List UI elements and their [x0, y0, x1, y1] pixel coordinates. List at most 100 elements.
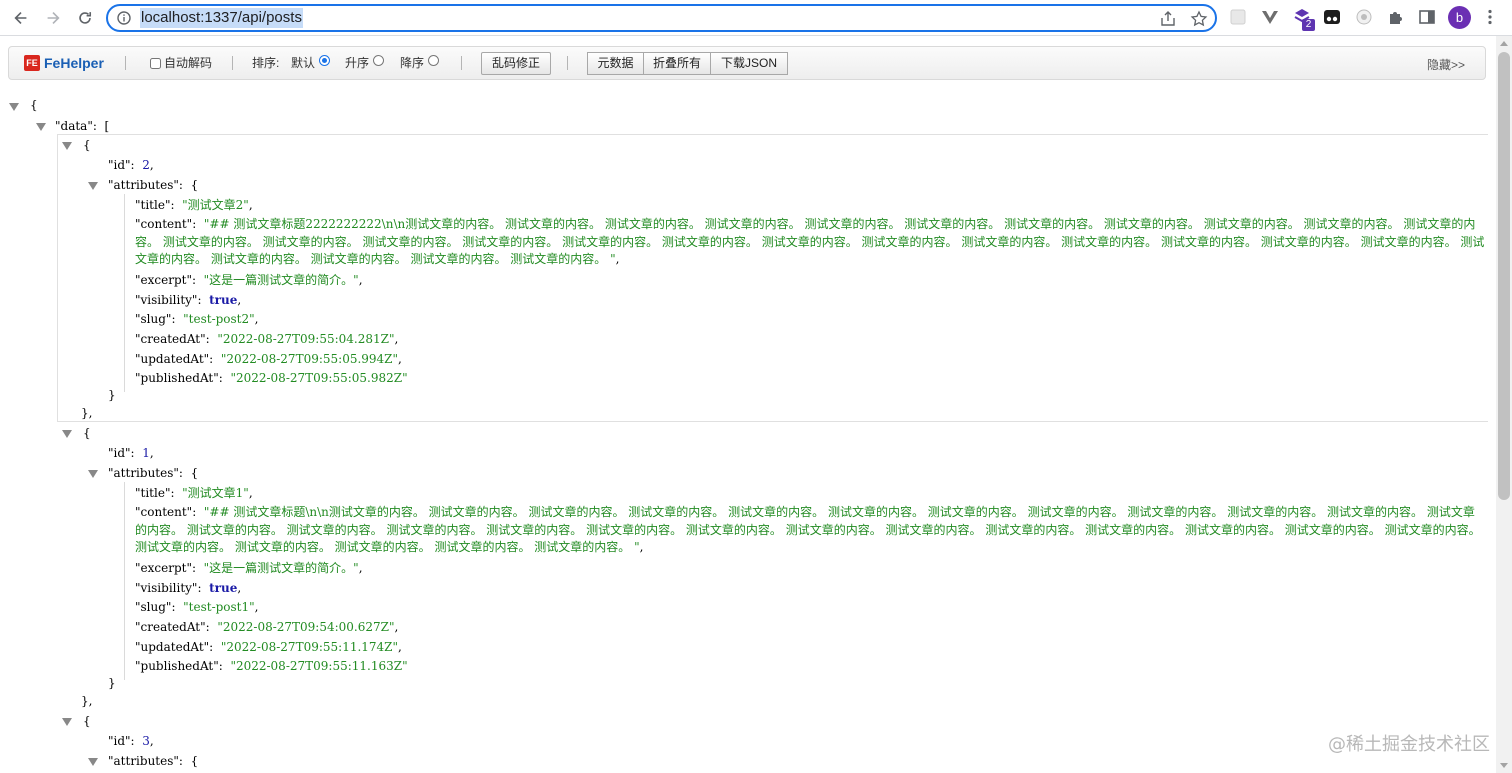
- json-title-line: "title": "测试文章2",: [135, 198, 253, 212]
- side-panel-icon[interactable]: [1418, 8, 1436, 26]
- arrow-right-icon: [47, 12, 60, 24]
- json-attributes-line: "attributes": {: [108, 466, 199, 480]
- sort-desc-radio[interactable]: [428, 54, 440, 66]
- tampermonkey-icon[interactable]: [1323, 8, 1341, 26]
- more-menu-icon[interactable]: [1481, 8, 1499, 26]
- json-boolean: true: [209, 293, 238, 307]
- json-string: "2022-08-27T09:55:05.994Z": [220, 352, 399, 366]
- json-object-open: {: [83, 714, 91, 728]
- json-key: "excerpt":: [135, 273, 197, 287]
- hide-toolbar-link[interactable]: 隐藏>>: [1427, 56, 1465, 73]
- json-string: "测试文章1": [182, 486, 249, 500]
- toolbar-divider: [232, 56, 233, 70]
- info-icon[interactable]: [116, 10, 132, 26]
- sort-default-label: 默认: [291, 56, 316, 70]
- json-key: "updatedAt":: [135, 640, 214, 654]
- json-key: "excerpt":: [135, 561, 197, 575]
- json-string: "2022-08-27T09:55:05.982Z": [230, 371, 408, 385]
- fehelper-brand: FeHelper: [44, 55, 104, 71]
- scroll-down-arrow-icon[interactable]: [1500, 763, 1508, 768]
- auto-decode-option[interactable]: 自动解码: [150, 56, 212, 70]
- json-viewer: { "data": [ { "id": 2, "attributes": { "…: [0, 90, 1496, 773]
- json-key: "attributes":: [108, 754, 183, 768]
- json-string: "test-post2": [183, 312, 255, 326]
- json-string: "2022-08-27T09:54:00.627Z": [217, 620, 395, 634]
- sort-asc-label: 升序: [345, 56, 370, 70]
- json-string: "这是一篇测试文章的简介。": [203, 273, 359, 287]
- extension-round-icon[interactable]: [1355, 8, 1373, 26]
- json-attributes-line: "attributes": {: [108, 178, 199, 192]
- json-string: "## 测试文章标题2222222222\n\n测试文章的内容。 测试文章的内容…: [135, 217, 1485, 266]
- sort-default-option[interactable]: 默认: [291, 54, 331, 70]
- json-publishedAt-line: "publishedAt": "2022-08-27T09:55:11.163Z…: [135, 657, 408, 675]
- scroll-up-arrow-icon[interactable]: [1500, 41, 1508, 46]
- vue-devtools-icon[interactable]: [1261, 8, 1279, 26]
- json-string: "测试文章2": [182, 198, 249, 212]
- arrow-left-icon: [14, 12, 27, 24]
- collapse-toggle-icon[interactable]: [62, 141, 72, 150]
- share-icon[interactable]: [1159, 10, 1177, 28]
- fehelper-logo[interactable]: FE FeHelper: [24, 55, 104, 71]
- forward-button[interactable]: [41, 6, 65, 30]
- json-id-line: "id": 2,: [108, 158, 154, 172]
- json-key: "createdAt":: [135, 620, 210, 634]
- json-slug-line: "slug": "test-post2",: [135, 312, 259, 326]
- download-json-button[interactable]: 下载JSON: [710, 52, 788, 75]
- extension-blank-icon[interactable]: [1229, 8, 1247, 26]
- json-createdAt-line: "createdAt": "2022-08-27T09:55:04.281Z",: [135, 332, 399, 346]
- bookmark-star-icon[interactable]: [1190, 10, 1208, 28]
- fix-garbled-button[interactable]: 乱码修正: [481, 52, 551, 75]
- json-string: "test-post1": [183, 600, 255, 614]
- json-boolean: true: [209, 581, 238, 595]
- collapse-toggle-icon[interactable]: [62, 717, 72, 726]
- json-content-line: "content": "## 测试文章标题\n\n测试文章的内容。 测试文章的内…: [135, 505, 1481, 554]
- auto-decode-checkbox[interactable]: [150, 57, 161, 69]
- sort-asc-radio[interactable]: [373, 54, 385, 66]
- back-button[interactable]: [9, 6, 33, 30]
- json-number: 3: [142, 734, 150, 748]
- sort-desc-option[interactable]: 降序: [400, 54, 440, 70]
- json-title-line: "title": "测试文章1",: [135, 486, 253, 500]
- json-string: "2022-08-27T09:55:11.174Z": [220, 640, 399, 654]
- collapse-all-button[interactable]: 折叠所有: [643, 52, 711, 75]
- collapse-toggle-icon[interactable]: [88, 469, 98, 478]
- json-object-close: },: [81, 694, 93, 708]
- reload-button[interactable]: [73, 6, 97, 30]
- sort-label: 排序:: [252, 56, 280, 70]
- json-updatedAt-line: "updatedAt": "2022-08-27T09:55:11.174Z",: [135, 640, 402, 654]
- indent-guide: [124, 194, 125, 392]
- json-string: "2022-08-27T09:55:11.163Z": [230, 659, 408, 673]
- sort-desc-label: 降序: [400, 56, 425, 70]
- json-key: "id":: [108, 446, 135, 460]
- extension-badge: 2: [1302, 19, 1315, 31]
- json-object-open: {: [83, 426, 91, 440]
- collapse-toggle-icon[interactable]: [9, 102, 19, 111]
- sort-asc-option[interactable]: 升序: [345, 54, 385, 70]
- json-excerpt-line: "excerpt": "这是一篇测试文章的简介。",: [135, 273, 363, 287]
- json-string: "这是一篇测试文章的简介。": [203, 561, 359, 575]
- sort-default-radio[interactable]: [319, 54, 331, 66]
- json-attributes-close: }: [108, 676, 116, 690]
- url-text[interactable]: localhost:1337/api/posts: [140, 8, 303, 28]
- json-key: "title":: [135, 198, 175, 212]
- json-visibility-line: "visibility": true,: [135, 293, 242, 307]
- address-bar[interactable]: localhost:1337/api/posts: [106, 4, 1217, 32]
- watermark: @稀土掘金技术社区: [1328, 734, 1490, 755]
- json-key: "attributes":: [108, 466, 183, 480]
- collapse-toggle-icon[interactable]: [88, 181, 98, 190]
- extensions-puzzle-icon[interactable]: [1387, 8, 1405, 26]
- collapse-toggle-icon[interactable]: [88, 757, 98, 766]
- raw-data-button[interactable]: 元数据: [587, 52, 644, 75]
- json-key: "visibility":: [135, 581, 202, 595]
- profile-avatar[interactable]: b: [1448, 6, 1471, 29]
- collapse-toggle-icon[interactable]: [62, 429, 72, 438]
- json-key: "content":: [135, 217, 197, 231]
- json-bracket: [: [104, 119, 110, 133]
- fehelper-logo-icon: FE: [24, 55, 40, 71]
- auto-decode-label: 自动解码: [164, 56, 213, 70]
- json-slug-line: "slug": "test-post1",: [135, 600, 259, 614]
- scrollbar-thumb[interactable]: [1498, 52, 1510, 500]
- json-createdAt-line: "createdAt": "2022-08-27T09:54:00.627Z",: [135, 620, 399, 634]
- json-number: 2: [142, 158, 150, 172]
- collapse-toggle-icon[interactable]: [36, 122, 46, 131]
